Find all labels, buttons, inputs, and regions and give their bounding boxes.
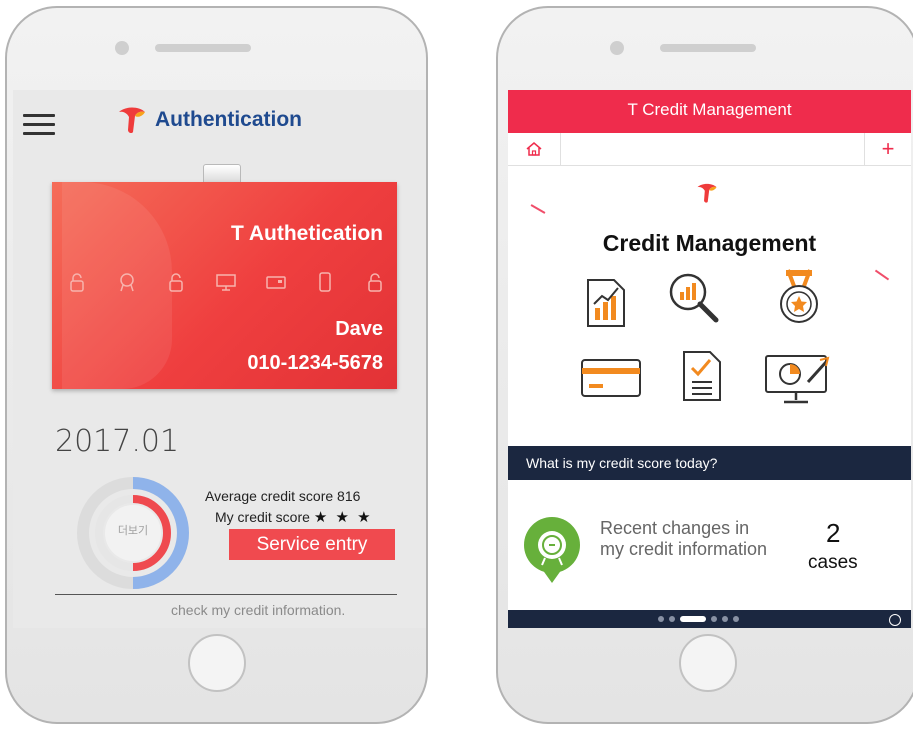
magnifier-chart-icon[interactable] <box>666 270 720 324</box>
monitor-pie-icon[interactable] <box>764 352 830 406</box>
home-icon[interactable] <box>508 133 561 165</box>
decor-line <box>874 269 890 281</box>
card-icon-row <box>66 272 386 292</box>
carousel-indicator[interactable] <box>658 616 739 622</box>
camera <box>610 41 624 55</box>
lock-icon <box>364 272 386 292</box>
checklist-document-icon[interactable] <box>678 348 732 402</box>
speaker <box>155 44 251 52</box>
left-screen: Authentication T Authetication Dave 010-… <box>13 90 426 628</box>
add-button[interactable]: + <box>864 133 911 165</box>
tab-row: + <box>508 133 911 166</box>
t-logo-icon <box>697 183 717 203</box>
more-label[interactable]: 더보기 <box>75 522 191 538</box>
menu-icon[interactable] <box>23 114 55 141</box>
badge-icon <box>524 517 580 583</box>
credit-score-banner[interactable]: What is my credit score today? <box>508 446 911 480</box>
user-phone: 010-1234-5678 <box>247 352 383 374</box>
decor-line <box>530 204 546 214</box>
report-chart-icon[interactable] <box>580 276 634 330</box>
section-title: Credit Management <box>602 230 817 256</box>
medal-icon[interactable] <box>772 268 826 323</box>
credit-card-icon[interactable] <box>580 354 641 408</box>
camera <box>115 41 129 55</box>
service-entry-button[interactable]: Service entry <box>229 529 395 560</box>
home-button[interactable] <box>678 634 737 692</box>
changes-unit: cases <box>808 552 858 573</box>
user-name: Dave <box>335 318 383 340</box>
changes-count: 2 <box>826 518 841 548</box>
award-icon <box>116 272 138 292</box>
page-title: Authentication <box>155 108 302 131</box>
carousel-bar <box>508 610 911 628</box>
pause-icon[interactable] <box>889 614 901 626</box>
app-title-bar: T Credit Management <box>508 90 911 133</box>
app-header: Authentication <box>117 106 302 134</box>
auth-card[interactable]: T Authetication Dave 010-1234-5678 <box>52 182 397 389</box>
speaker <box>660 44 756 52</box>
date-label: 2017.01 <box>55 424 180 459</box>
card-icon <box>265 272 287 292</box>
left-phone: Authentication T Authetication Dave 010-… <box>5 6 428 724</box>
my-score-label: My credit score <box>215 509 310 525</box>
average-credit-score: Average credit score 816 <box>205 488 361 504</box>
star-rating: ★ ★ ★ <box>313 509 373 526</box>
my-credit-score: My credit score ★ ★ ★ <box>215 508 373 526</box>
right-screen: T Credit Management + Credit Management <box>508 90 911 628</box>
home-button[interactable] <box>187 634 246 692</box>
right-phone: T Credit Management + Credit Management <box>496 6 913 724</box>
t-logo-icon <box>119 107 145 134</box>
lock-icon <box>66 272 88 292</box>
card-title: T Authetication <box>230 222 383 245</box>
divider <box>55 594 397 595</box>
phone-icon <box>314 272 336 292</box>
check-credit-link[interactable]: check my credit information. <box>171 602 345 618</box>
recent-changes-text[interactable]: Recent changes in my credit information <box>600 518 770 560</box>
lock-icon <box>165 272 187 292</box>
monitor-icon <box>215 272 237 292</box>
